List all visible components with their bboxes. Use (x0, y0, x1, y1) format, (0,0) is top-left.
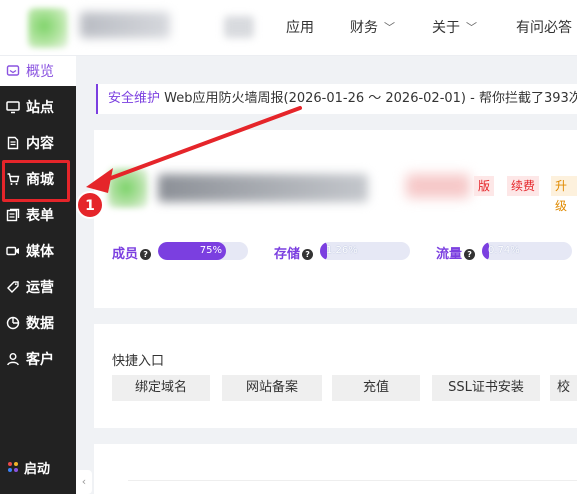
storage-percent: 1.26% (326, 245, 358, 256)
nav-qa[interactable]: 有问必答 (516, 0, 572, 56)
metric-label-text: 存储 (274, 247, 301, 262)
quick-entry-button-partial[interactable]: 校 (550, 375, 577, 401)
ssl-install-button[interactable]: SSL证书安装 (432, 375, 540, 401)
tag-icon (7, 281, 19, 293)
notice-tag: 安全维护 (108, 91, 161, 106)
sidebar-item-label: 概览 (26, 64, 54, 80)
members-usage-bar: 75% (158, 242, 248, 260)
notice-text: Web应用防火墙周报(2026-01-26 ～ 2026-02-01) - 帮你… (164, 91, 577, 106)
traffic-usage-bar: 0.74% (482, 242, 572, 260)
chart-icon (6, 316, 20, 330)
overview-icon (6, 65, 20, 76)
top-bar: 应用 财务 ﹀ 关于 ﹀ 有问必答 (0, 0, 577, 56)
sidebar-item-label: 表单 (26, 208, 54, 224)
redacted-item (224, 16, 254, 38)
shop-card: 版 续费 升级 成员? 75% 存储? 1.26% 流量? 0.74% (94, 130, 577, 308)
help-icon[interactable]: ? (464, 249, 476, 260)
lower-card (94, 444, 577, 494)
sidebar-item-data[interactable]: 数据 (0, 306, 76, 340)
sidebar-item-forms[interactable]: 表单 (0, 198, 76, 232)
user-icon (7, 353, 19, 366)
shop-name-redacted (158, 174, 368, 202)
sidebar-item-label: 媒体 (26, 244, 54, 260)
chevron-down-icon: ﹀ (384, 21, 395, 34)
shop-logo (108, 168, 148, 208)
sidebar-item-operations[interactable]: 运营 (0, 270, 76, 304)
sidebar: 概览 站点 内容 商城 表单 媒体 运营 数据 客户 启动 (0, 56, 76, 494)
launch-dots-icon (8, 462, 18, 472)
bind-domain-button[interactable]: 绑定域名 (112, 375, 210, 401)
sidebar-item-label: 数据 (26, 316, 54, 332)
quick-entry-card: 快捷入口 绑定域名 网站备案 充值 SSL证书安装 校 (94, 324, 577, 428)
nav-apps-label: 应用 (286, 20, 314, 36)
launch-button[interactable]: 启动 (0, 452, 76, 482)
version-badge: 版 (474, 176, 495, 196)
sidebar-item-content[interactable]: 内容 (0, 126, 76, 160)
nav-about-label: 关于 (432, 20, 460, 36)
sidebar-item-label: 内容 (26, 136, 54, 152)
lower-card-content (128, 480, 577, 494)
nav-finance[interactable]: 财务 ﹀ (350, 0, 395, 56)
upgrade-button[interactable]: 升级 (551, 176, 577, 213)
form-icon (6, 208, 20, 222)
highlight-box (2, 160, 70, 202)
help-icon[interactable]: ? (140, 249, 152, 260)
recharge-button[interactable]: 充值 (332, 375, 420, 401)
collapse-sidebar-button[interactable]: ‹ (76, 470, 92, 494)
metric-storage-label: 存储? (274, 243, 314, 262)
chevron-left-icon: ‹ (81, 475, 87, 488)
site-logo[interactable] (28, 8, 68, 48)
help-icon[interactable]: ? (302, 249, 314, 260)
chevron-down-icon: ﹀ (466, 21, 477, 34)
site-filing-button[interactable]: 网站备案 (222, 375, 322, 401)
sidebar-item-label: 运营 (26, 280, 54, 296)
metric-label-text: 成员 (112, 247, 139, 262)
security-notice[interactable]: 安全维护 Web应用防火墙周报(2026-01-26 ～ 2026-02-01)… (96, 84, 577, 114)
storage-usage-bar: 1.26% (320, 242, 410, 260)
metric-traffic-label: 流量? (436, 243, 476, 262)
traffic-percent: 0.74% (488, 245, 520, 256)
nav-apps[interactable]: 应用 (286, 0, 314, 56)
sidebar-item-customers[interactable]: 客户 (0, 342, 76, 376)
site-name-redacted (80, 12, 170, 38)
sidebar-item-label: 站点 (26, 100, 54, 116)
metric-members-label: 成员? (112, 243, 152, 262)
quick-entry-title: 快捷入口 (112, 354, 165, 369)
nav-qa-label: 有问必答 (516, 20, 572, 36)
sidebar-item-label: 客户 (26, 352, 54, 368)
launch-label: 启动 (24, 461, 51, 477)
members-percent: 75% (199, 245, 222, 256)
sidebar-item-overview[interactable]: 概览 (0, 56, 76, 86)
redacted-badge (406, 174, 470, 198)
monitor-icon (6, 101, 20, 114)
nav-finance-label: 财务 (350, 20, 378, 36)
sidebar-item-sites[interactable]: 站点 (0, 90, 76, 124)
video-icon (6, 246, 19, 256)
nav-about[interactable]: 关于 ﹀ (432, 0, 477, 56)
sidebar-item-media[interactable]: 媒体 (0, 234, 76, 268)
document-icon (7, 136, 19, 150)
metric-label-text: 流量 (436, 247, 463, 262)
renew-button[interactable]: 续费 (507, 176, 540, 196)
